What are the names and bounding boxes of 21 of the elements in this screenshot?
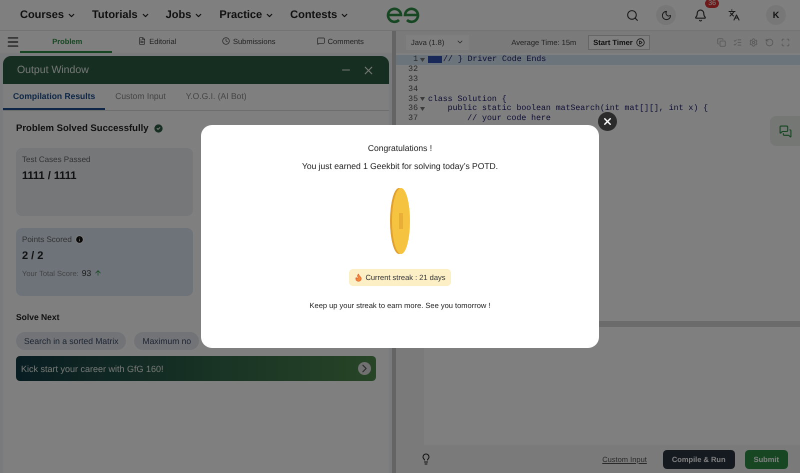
card-value: 2 / 2 <box>22 250 44 262</box>
dialog-message: You just earned 1 Geekbit for solving today’s POTD. <box>302 161 498 171</box>
line-number: 34 <box>407 84 418 94</box>
line-number: 33 <box>407 74 418 84</box>
panel-title: Output Window <box>17 64 90 76</box>
line-number: 35 <box>407 94 418 104</box>
line-number: 36 <box>407 104 418 114</box>
code-line: class Solution { <box>427 94 507 104</box>
card-value: 1111 / 1111 <box>22 170 78 182</box>
line-number: 1 <box>412 55 418 64</box>
line-number: 32 <box>407 65 418 74</box>
code-line: // your code here <box>466 114 551 124</box>
section-title: Solve Next <box>16 312 60 322</box>
status-message: Problem Solved Successfully <box>16 123 149 134</box>
code-line: public static boolean matSearch(int mat[][], int x) { <box>446 104 708 114</box>
total-score-value: 93 <box>82 268 92 278</box>
dialog-title: Congratulations ! <box>368 143 432 153</box>
card-label: Points Scored <box>22 235 72 244</box>
code-line: // } Driver Code Ends <box>426 55 546 64</box>
card-label: Test Cases Passed <box>22 155 92 164</box>
line-number: 37 <box>407 114 418 124</box>
